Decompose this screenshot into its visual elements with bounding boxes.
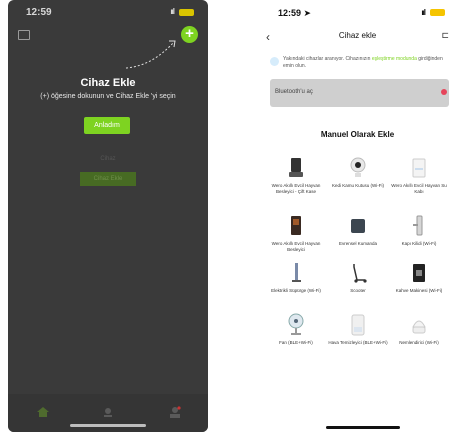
device-label: Wero Akıllı Evcil Hayvan Besleyici - Çif… — [271, 183, 321, 194]
battery-icon — [179, 9, 194, 16]
add-device-button[interactable]: + — [181, 26, 198, 43]
tab-home-icon[interactable] — [36, 406, 50, 418]
status-time: 12:59 ➤ — [278, 8, 312, 18]
feeder-icon — [291, 216, 301, 235]
battery-icon — [430, 9, 445, 16]
device-label: Kahve Makinesi (Wi-Fi) — [395, 288, 443, 293]
fan-icon — [288, 313, 304, 335]
tab-scene-icon[interactable] — [101, 406, 115, 418]
water-dispenser-icon — [412, 158, 426, 178]
alert-dot-icon — [441, 89, 447, 95]
door-lock-icon — [413, 215, 423, 236]
humidifier-icon — [412, 320, 426, 334]
status-bar: 12:59 ııl — [26, 7, 194, 19]
bluetooth-banner[interactable]: Bluetooth'u aç — [270, 79, 449, 107]
device-label: Fan (BLE+Wi-Fi) — [279, 340, 313, 345]
device-label: Wero Akıllı Evcil Hayvan Su Kabı — [391, 183, 447, 194]
background-add-device-button: Cihaz Ekle — [80, 172, 136, 186]
info-text: Yakındaki cihazlar aranıyor. Cihazınızın — [283, 56, 372, 62]
device-label: Scooter — [350, 288, 366, 293]
device-item[interactable]: Kahve Makinesi (Wi-Fi) — [389, 261, 449, 319]
manual-add-title: Manuel Olarak Ekle — [320, 130, 395, 139]
device-item[interactable]: Fan (BLE+Wi-Fi) — [266, 313, 326, 371]
device-label: Elektrikli Süpürge (Wi-Fi) — [271, 288, 321, 293]
search-info: Yakındaki cihazlar aranıyor. Cihazınızın… — [270, 56, 447, 78]
pairing-mode-link[interactable]: eşleştirme modunda — [372, 56, 417, 62]
add-device-screen: 12:59 ➤ ııl ‹ Cihaz ekle ⊏ Yakındaki cih… — [266, 0, 449, 434]
device-label: Hava Temizleyici (BLE+Wi-Fi) — [328, 340, 388, 345]
vacuum-icon — [292, 263, 301, 282]
feeder-bowl-icon — [289, 158, 303, 177]
status-bar: 12:59 ➤ ııl — [278, 8, 445, 20]
device-item[interactable]: Wero Akıllı Evcil Hayvan Besleyici - Çif… — [266, 156, 326, 214]
device-item[interactable]: Kedi Kamu Kutusu (Wi-Fi) — [328, 156, 388, 214]
remote-icon — [351, 219, 365, 233]
overlay-title: Cihaz Ekle — [80, 77, 136, 89]
device-label: Wero Akıllı Evcil Hayvan Besleyici — [271, 241, 321, 252]
air-purifier-icon — [351, 314, 365, 336]
onboarding-screen: 12:59 ııl + Cihaz Ekle (+) öğesine dokun… — [8, 0, 208, 432]
page-title: Cihaz ekle — [338, 31, 377, 40]
scan-icon[interactable]: ⊏ — [441, 30, 449, 41]
bluetooth-icon — [270, 57, 279, 66]
background-text: Cihaz — [100, 156, 116, 162]
got-it-button[interactable]: Anladım — [84, 117, 130, 134]
tab-profile-icon[interactable] — [168, 406, 182, 418]
coffee-machine-icon — [413, 264, 425, 282]
home-indicator — [326, 426, 400, 429]
scooter-icon — [353, 264, 367, 283]
device-item[interactable]: Nemlendirici (Wi-Fi) — [389, 313, 449, 371]
device-item[interactable]: Hava Temizleyici (BLE+Wi-Fi) — [328, 313, 388, 371]
device-label: Evrensel Kumanda — [338, 241, 378, 246]
device-item[interactable]: Elektrikli Süpürge (Wi-Fi) — [266, 261, 326, 319]
signal-icon: ııl — [421, 8, 426, 17]
bluetooth-label: Bluetooth'u aç — [275, 89, 313, 95]
device-item[interactable]: Scooter — [328, 261, 388, 319]
hint-arrow-icon — [125, 40, 176, 69]
device-item[interactable]: Wero Akıllı Evcil Hayvan Su Kabı — [389, 156, 449, 214]
overlay-description: (+) öğesine dokunun ve Cihaz Ekle 'yi se… — [40, 93, 176, 100]
home-indicator — [70, 424, 146, 427]
status-time: 12:59 — [26, 7, 52, 18]
device-label: Kedi Kamu Kutusu (Wi-Fi) — [331, 183, 384, 188]
device-label: Kapı Kilidi (Wi-Fi) — [401, 241, 437, 246]
home-icon[interactable] — [18, 30, 30, 40]
camera-icon — [350, 157, 366, 177]
signal-icon: ııl — [170, 7, 175, 16]
device-label: Nemlendirici (Wi-Fi) — [399, 340, 439, 345]
